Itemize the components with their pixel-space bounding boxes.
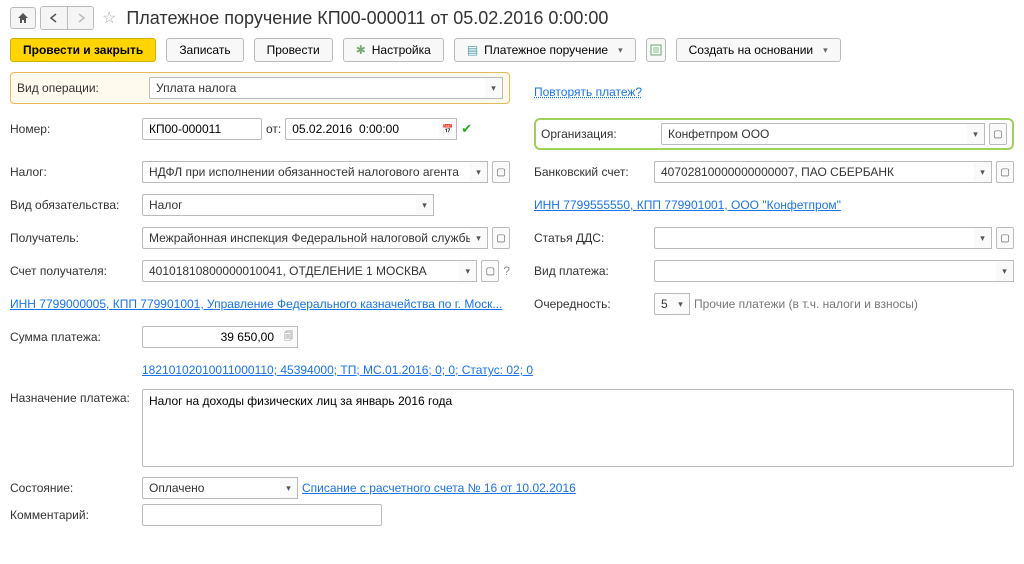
operation-type-highlight: Вид операции: Уплата налога ▾ [10,72,510,104]
operation-type-value[interactable]: Уплата налога [149,77,485,99]
settings-button[interactable]: Настройка [343,38,444,62]
writeoff-link[interactable]: Списание с расчетного счета № 16 от 10.0… [302,481,576,495]
org-inn-link[interactable]: ИНН 7799555550, КПП 779901001, ООО "Конф… [534,198,841,212]
priority-dropdown-icon[interactable]: ▾ [672,293,690,315]
amount-input[interactable] [142,326,280,348]
gear-icon [356,43,366,57]
status-value[interactable]: Оплачено [142,477,280,499]
bank-dropdown-icon[interactable]: ▾ [974,161,992,183]
help-icon[interactable]: ? [503,264,510,278]
page-title: Платежное поручение КП00-000011 от 05.02… [126,8,608,29]
recipient-value[interactable]: Межрайонная инспекция Федеральной налого… [142,227,470,249]
comment-input[interactable] [142,504,382,526]
document-icon [467,43,478,57]
amount-label: Сумма платежа: [10,330,142,344]
recipient-account-open-icon[interactable]: ▢ [481,260,499,282]
favorite-star-icon[interactable]: ☆ [102,8,116,28]
operation-type-dropdown-icon[interactable]: ▾ [485,77,503,99]
dds-label: Статья ДДС: [534,231,654,245]
recipient-open-icon[interactable]: ▢ [492,227,510,249]
payment-order-button[interactable]: Платежное поручение [454,38,636,62]
number-input[interactable] [142,118,262,140]
priority-value[interactable]: 5 [654,293,672,315]
settings-label: Настройка [372,43,431,57]
bank-open-icon[interactable]: ▢ [996,161,1014,183]
calculator-icon[interactable]: 🗐 [280,326,298,348]
status-dropdown-icon[interactable]: ▾ [280,477,298,499]
kbk-details-link[interactable]: 18210102010011000110; 45394000; ТП; МС.0… [142,363,533,377]
date-input[interactable] [285,118,439,140]
organization-highlight: Организация: Конфетпром ООО ▾ ▢ [534,118,1014,150]
payment-type-value[interactable] [654,260,996,282]
liability-value[interactable]: Налог [142,194,416,216]
create-based-button[interactable]: Создать на основании [676,38,841,62]
sheet-button[interactable] [646,38,666,62]
dds-open-icon[interactable]: ▢ [996,227,1014,249]
liability-label: Вид обязательства: [10,198,142,212]
status-label: Состояние: [10,481,142,495]
forward-button[interactable] [67,7,93,29]
bank-account-label: Банковский счет: [534,165,654,179]
payment-order-label: Платежное поручение [484,43,608,57]
process-button[interactable]: Провести [254,38,333,62]
comment-label: Комментарий: [10,508,142,522]
recipient-account-value[interactable]: 40101810800000010041, ОТДЕЛЕНИЕ 1 МОСКВА [142,260,459,282]
recipient-account-dropdown-icon[interactable]: ▾ [459,260,477,282]
write-button[interactable]: Записать [166,38,243,62]
purpose-textarea[interactable] [142,389,1014,467]
recipient-label: Получатель: [10,231,142,245]
liability-dropdown-icon[interactable]: ▾ [416,194,434,216]
operation-type-label: Вид операции: [17,81,149,95]
dds-value[interactable] [654,227,974,249]
organization-dropdown-icon[interactable]: ▾ [967,123,985,145]
tax-label: Налог: [10,165,142,179]
organization-value[interactable]: Конфетпром ООО [661,123,967,145]
bank-account-value[interactable]: 40702810000000000007, ПАО СБЕРБАНК [654,161,974,183]
priority-label: Очередность: [534,297,654,311]
nav-back-forward [40,6,94,30]
purpose-label: Назначение платежа: [10,389,142,405]
tax-open-icon[interactable]: ▢ [492,161,510,183]
recipient-inn-link[interactable]: ИНН 7799000005, КПП 779901001, Управлени… [10,297,502,311]
repeat-payment-link[interactable]: Повторять платеж? [534,85,642,99]
posted-check-icon: ✔ [461,121,472,137]
tax-value[interactable]: НДФЛ при исполнении обязанностей налогов… [142,161,470,183]
payment-type-label: Вид платежа: [534,264,654,278]
home-button[interactable] [10,7,36,29]
calendar-icon[interactable]: 📅 [439,118,457,140]
payment-type-dropdown-icon[interactable]: ▾ [996,260,1014,282]
back-button[interactable] [41,7,67,29]
recipient-account-label: Счет получателя: [10,264,142,278]
save-close-button[interactable]: Провести и закрыть [10,38,156,62]
priority-hint: Прочие платежи (в т.ч. налоги и взносы) [694,297,918,311]
number-label: Номер: [10,122,142,136]
organization-open-icon[interactable]: ▢ [989,123,1007,145]
toolbar: Провести и закрыть Записать Провести Нас… [10,38,1014,62]
recipient-dropdown-icon[interactable]: ▾ [470,227,488,249]
dds-dropdown-icon[interactable]: ▾ [974,227,992,249]
organization-label: Организация: [541,127,661,141]
tax-dropdown-icon[interactable]: ▾ [470,161,488,183]
from-date-label: от: [266,122,281,136]
